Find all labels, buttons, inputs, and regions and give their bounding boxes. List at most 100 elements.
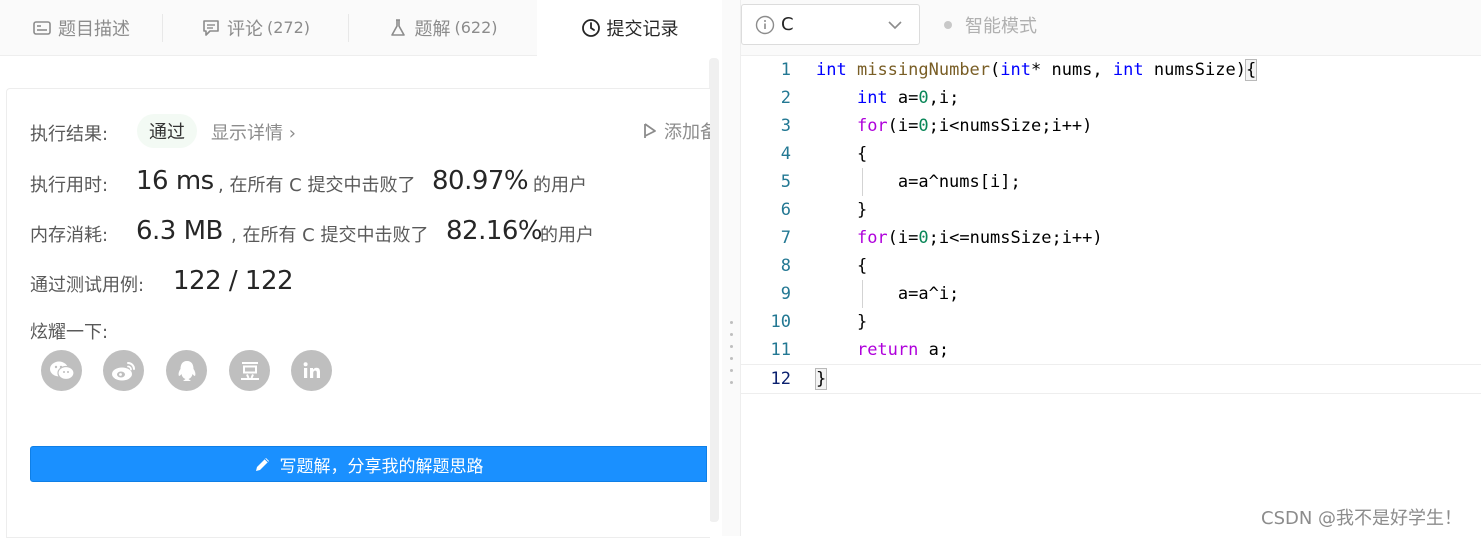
line-number: 2 [780,88,791,108]
runtime-note: , 在所有 C 提交中击败了 [218,175,416,196]
exec-result-label: 执行结果: [30,124,109,145]
splitter-dot [730,333,733,336]
line-number: 5 [780,172,791,192]
flag-icon [644,123,656,138]
tab-comments-label: 评论 [226,18,263,40]
status-dot [944,21,952,29]
splitter-dot [730,345,733,348]
code-text: } [816,312,868,332]
line-number: 4 [780,144,791,164]
chevron-down-icon [888,21,902,30]
tab-solutions-label: 题解 [414,18,451,40]
add-note-label: 添加备注 [664,122,710,143]
write-solution-label: 写题解，分享我的解题思路 [279,456,484,477]
splitter-dot [730,369,733,372]
tab-description-label: 题目描述 [58,18,130,40]
language-value: C [781,14,794,35]
line-number: 1 [780,60,791,80]
linkedin-icon [303,361,320,378]
code-text: { [816,256,868,276]
weibo-icon [111,361,135,380]
share-weibo-button[interactable] [103,350,144,391]
smart-mode-label: 智能模式 [965,16,1037,37]
code-line: 1 int missingNumber(int* nums, int numsS… [741,56,1481,84]
line-number: 11 [770,340,791,360]
qq-icon [178,360,195,381]
code-text: int a=0,i; [856,88,960,108]
share-linkedin-button[interactable] [291,350,332,391]
tab-solutions[interactable]: 题解 (622) [349,0,537,55]
code-text: a=a^nums[i]; [816,172,1021,192]
code-editor[interactable]: 1 int missingNumber(int* nums, int numsS… [741,56,1481,536]
code-text: } [814,368,828,390]
line-number: 10 [770,312,791,332]
code-text: a=a^i; [816,284,960,304]
tab-bar: 题目描述 评论 (272) 题解 (622) 提交记录 [0,0,722,56]
pane-splitter[interactable] [722,0,741,536]
show-details-link[interactable]: 显示详情 › [211,119,296,145]
tab-comments-count: (272) [266,18,311,37]
share-douban-button[interactable] [229,350,270,391]
line-number: 9 [780,284,791,304]
runtime-value: 16 ms [136,166,214,196]
code-text: } [816,200,868,220]
wechat-icon [49,361,75,380]
runtime-suffix: 的用户 [533,175,587,196]
test-cases-value: 122 / 122 [173,266,294,296]
code-line: 2 int a=0,i; [741,84,1481,112]
memory-value: 6.3 MB [136,216,223,246]
code-line: 11 return a; [741,336,1481,364]
watermark: CSDN @我不是好学生！ [1261,508,1463,529]
splitter-dot [730,321,733,324]
clock-icon [581,19,600,37]
memory-label: 内存消耗: [30,225,109,246]
editor-toolbar: C 智能模式 [741,0,1481,56]
line-number: 3 [780,116,791,136]
memory-suffix: 的用户 [540,225,594,246]
line-number: 8 [780,256,791,276]
code-text: for(i=0;i<=numsSize;i++) [856,228,1103,248]
code-text: { [816,144,868,164]
share-qq-button[interactable] [166,350,207,391]
share-wechat-button[interactable] [41,350,82,391]
line-number: 12 [770,369,791,389]
code-text: return a; [856,340,950,360]
editor-panel: C 智能模式 1 int missingNumber(int* nums, in… [741,0,1481,536]
runtime-label: 执行用时: [30,175,109,196]
code-line: 6 } [741,196,1481,224]
code-line: 5 a=a^nums[i]; [741,168,1481,196]
language-select[interactable]: C [741,4,920,45]
add-note-button[interactable]: 添加备注 [642,118,710,144]
line-number: 6 [780,200,791,220]
status-badge: 通过 [137,114,197,148]
tab-comments[interactable]: 评论 (272) [163,0,348,55]
memory-percent: 82.16% [446,216,543,246]
write-solution-button[interactable]: 写题解，分享我的解题思路 [30,446,707,482]
code-line: 10 } [741,308,1481,336]
code-line: 4 { [741,140,1481,168]
tab-submissions-label: 提交记录 [606,19,679,40]
code-line-current: 12 } [741,364,1481,394]
flask-icon [391,18,406,36]
description-icon [33,20,51,35]
test-cases-label: 通过测试用例: [30,275,145,296]
info-icon [755,15,775,34]
smart-mode-toggle[interactable]: 智能模式 [944,12,1037,38]
code-line: 7 for(i=0;i<=numsSize;i++) [741,224,1481,252]
splitter-dot [730,357,733,360]
tab-solutions-count: (622) [454,18,498,37]
comment-icon [203,19,219,36]
tab-submissions[interactable]: 提交记录 [537,0,722,56]
code-line: 8 { [741,252,1481,280]
scrollbar[interactable] [709,58,719,522]
result-panel: 题目描述 评论 (272) 题解 (622) 提交记录 执行结果: 通过 显示详… [0,0,722,538]
code-line: 9 a=a^i; [741,280,1481,308]
code-text: for(i=0;i<numsSize;i++) [856,116,1093,136]
code-text: int missingNumber(int* nums, int numsSiz… [816,59,1258,81]
tab-description[interactable]: 题目描述 [0,0,162,55]
code-line: 3 for(i=0;i<numsSize;i++) [741,112,1481,140]
splitter-dot [730,381,733,384]
memory-note: , 在所有 C 提交中击败了 [231,225,429,246]
line-number: 7 [780,228,791,248]
pencil-icon [255,458,269,471]
